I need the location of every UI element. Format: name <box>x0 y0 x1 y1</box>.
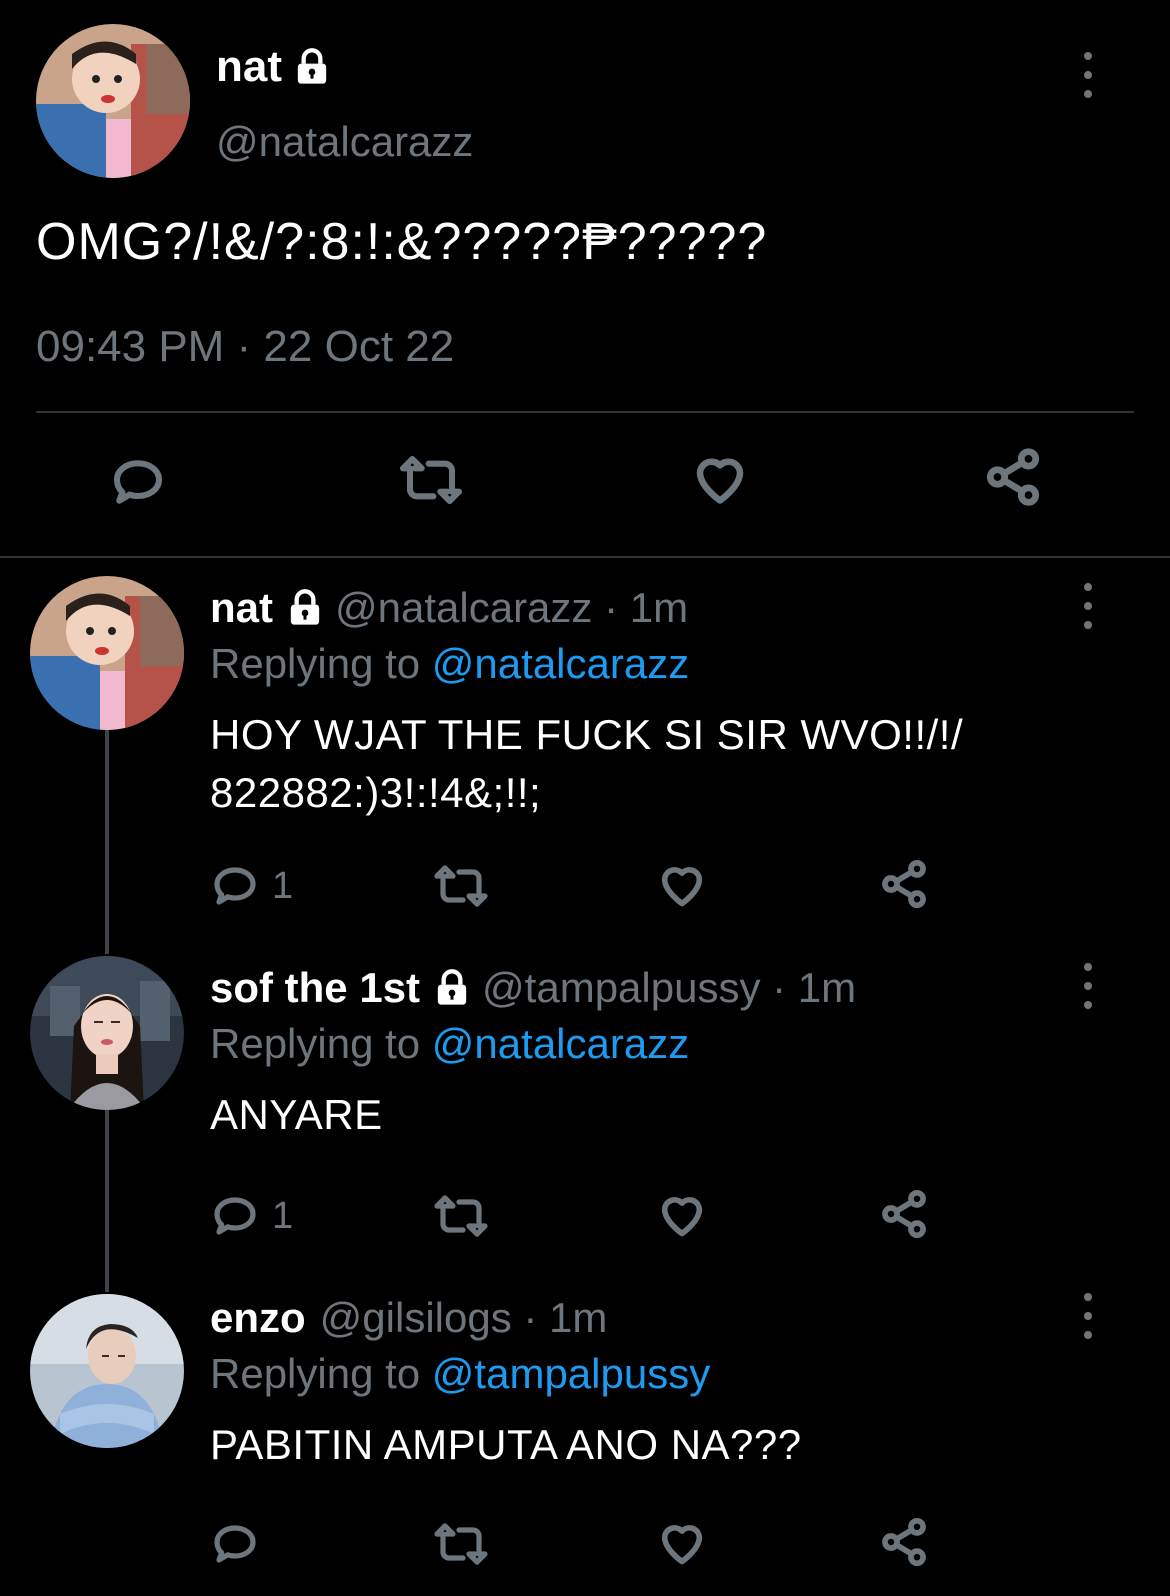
reply-time[interactable]: 1m <box>798 964 856 1012</box>
retweet-icon <box>434 1523 488 1565</box>
author-name[interactable]: sof the 1st <box>210 964 420 1012</box>
author-name[interactable]: enzo <box>210 1294 306 1342</box>
replying-to-label: Replying to <box>210 640 432 687</box>
reply-header: sof the 1st @tampalpussy · 1m <box>210 964 856 1012</box>
divider <box>0 556 1170 558</box>
like-button[interactable] <box>656 1188 708 1240</box>
author-name-text: nat <box>216 42 282 91</box>
retweet-button[interactable] <box>432 1520 490 1568</box>
share-button[interactable] <box>982 446 1044 508</box>
retweet-icon <box>399 455 463 505</box>
mention-link[interactable]: @tampalpussy <box>432 1350 710 1397</box>
reply-text: ANYARE <box>210 1091 383 1138</box>
replying-to: Replying to @tampalpussy <box>210 1350 710 1398</box>
mention-link[interactable]: @natalcarazz <box>432 1020 689 1067</box>
author-handle[interactable]: @natalcarazz <box>216 118 473 166</box>
share-icon <box>882 1517 926 1567</box>
reply-icon <box>214 1197 256 1235</box>
like-icon <box>696 458 744 504</box>
reply-button[interactable] <box>108 454 168 510</box>
like-button[interactable] <box>656 1516 708 1568</box>
author-name[interactable]: nat <box>216 42 332 92</box>
more-icon[interactable] <box>1078 583 1098 629</box>
mention-link[interactable]: @natalcarazz <box>432 640 689 687</box>
reply-time[interactable]: 1m <box>549 1294 607 1342</box>
more-icon[interactable] <box>1078 52 1098 98</box>
like-icon <box>661 867 703 907</box>
share-icon <box>882 1189 926 1239</box>
author-name[interactable]: nat <box>210 584 273 632</box>
thread-line <box>105 722 109 954</box>
thread-line <box>105 1108 109 1292</box>
avatar-nat[interactable] <box>30 576 184 730</box>
lock-icon <box>437 969 467 1005</box>
avatar-nat[interactable] <box>36 24 190 178</box>
like-icon <box>661 1525 703 1565</box>
divider <box>36 411 1134 413</box>
reply-icon <box>214 1525 256 1563</box>
avatar-enzo[interactable] <box>30 1294 184 1448</box>
author-handle[interactable]: @gilsilogs <box>320 1294 512 1342</box>
time-separator: · <box>592 584 630 631</box>
reply-header: nat @natalcarazz · 1m <box>210 584 688 632</box>
reply-count: 1 <box>272 1194 294 1237</box>
lock-icon <box>290 589 320 625</box>
replying-to-label: Replying to <box>210 1350 432 1397</box>
retweet-button[interactable] <box>432 1192 490 1240</box>
like-button[interactable] <box>690 448 750 508</box>
reply-text: HOY WJAT THE FUCK SI SIR WVO!!/!/ 822882… <box>210 711 964 816</box>
share-button[interactable] <box>878 858 930 910</box>
like-button[interactable] <box>656 858 708 910</box>
author-handle[interactable]: @tampalpussy <box>482 964 760 1012</box>
lock-icon <box>297 48 327 84</box>
author-handle[interactable]: @natalcarazz <box>335 584 592 632</box>
more-icon[interactable] <box>1078 963 1098 1009</box>
time-separator: · <box>511 1294 550 1341</box>
retweet-button[interactable] <box>396 452 466 508</box>
reply-time[interactable]: 1m <box>630 584 688 632</box>
like-icon <box>661 1197 703 1237</box>
reply-text: PABITIN AMPUTA ANO NA??? <box>210 1421 802 1468</box>
reply-icon <box>214 867 256 905</box>
share-icon <box>986 448 1040 506</box>
avatar-sof[interactable] <box>30 956 184 1110</box>
tweet-text: OMG?/!&/?:8:!:&?????₱????? <box>36 213 768 271</box>
retweet-icon <box>434 865 488 907</box>
replying-to: Replying to @natalcarazz <box>210 1020 689 1068</box>
tweet-timestamp[interactable]: 09:43 PM · 22 Oct 22 <box>36 322 454 372</box>
share-button[interactable] <box>878 1188 930 1240</box>
reply-button[interactable]: 1 <box>210 862 293 910</box>
retweet-icon <box>434 1195 488 1237</box>
time-separator: · <box>760 964 798 1011</box>
replying-to: Replying to @natalcarazz <box>210 640 689 688</box>
replying-to-label: Replying to <box>210 1020 432 1067</box>
reply-icon <box>113 460 163 504</box>
more-icon[interactable] <box>1078 1293 1098 1339</box>
share-icon <box>882 859 926 909</box>
share-button[interactable] <box>878 1516 930 1568</box>
reply-button[interactable] <box>210 1520 272 1568</box>
reply-button[interactable]: 1 <box>210 1192 293 1240</box>
retweet-button[interactable] <box>432 862 490 910</box>
reply-count: 1 <box>272 864 294 907</box>
reply-header: enzo @gilsilogs · 1m <box>210 1294 607 1342</box>
